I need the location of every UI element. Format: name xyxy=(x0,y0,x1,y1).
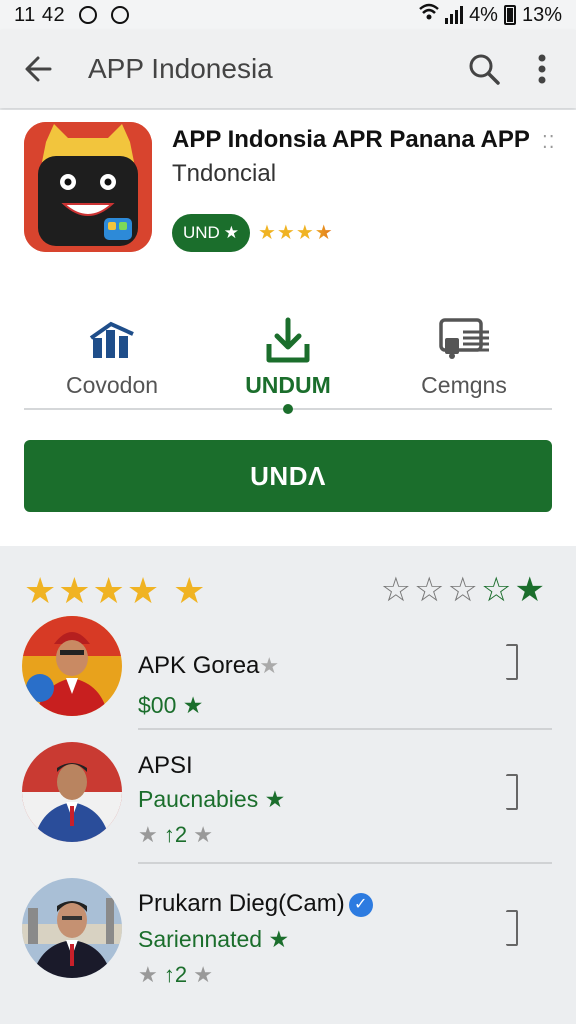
battery-percent: 13% xyxy=(521,3,562,26)
helpful-count: ↑2 xyxy=(163,822,188,847)
review-subtitle: $00 ★ xyxy=(138,692,204,718)
avatar xyxy=(22,878,122,978)
green-outline-star[interactable]: ☆ xyxy=(481,571,514,609)
grey-star-icon: ★ xyxy=(193,962,213,987)
status-time: 11 42 xyxy=(14,3,66,26)
tab-changes[interactable]: Cemgns xyxy=(376,310,552,406)
avatar xyxy=(22,742,122,842)
tab-label: Cemgns xyxy=(421,372,507,398)
badge-label: UND xyxy=(182,223,220,242)
app-bar-title: APP Indonesia xyxy=(88,53,273,84)
printer-icon xyxy=(437,316,491,365)
verified-badge-icon: ✓ xyxy=(348,892,373,917)
outline-stars[interactable]: ☆☆☆ xyxy=(381,571,481,609)
app-rating-stars: ★★★★ xyxy=(258,220,334,245)
status-bar: 11 42 4% 13% xyxy=(0,0,576,30)
green-star-icon: ★ xyxy=(268,926,290,952)
avatar xyxy=(22,616,122,716)
divider xyxy=(138,728,552,730)
tab-bar: Covodon UNDUM Cemgns xyxy=(24,310,552,406)
review-options-icon[interactable] xyxy=(506,774,518,810)
green-filled-star[interactable]: ★ xyxy=(515,571,548,609)
review-subtitle: Sariennated ★ xyxy=(138,926,290,952)
wifi-icon xyxy=(419,3,439,27)
more-vert-icon[interactable] xyxy=(522,47,562,91)
rate-this-app-stars[interactable]: ☆☆☆☆★ xyxy=(381,570,548,610)
chat-icon xyxy=(111,6,130,24)
review-options-icon[interactable] xyxy=(506,910,518,946)
reviews-section: ★★★★ ★ ☆☆☆☆★ APK Gorea★ $00 ★ APSI Paucn… xyxy=(0,548,576,1024)
list-item[interactable]: Prukarn Dieg(Cam) ✓ Sariennated ★ ★ ↑2 ★ xyxy=(0,870,576,1020)
chart-bars-icon xyxy=(89,316,135,365)
tab-download[interactable]: UNDUM xyxy=(200,310,376,406)
app-icon[interactable] xyxy=(24,122,152,252)
grey-star-icon: ★ xyxy=(193,822,213,847)
divider xyxy=(138,862,552,864)
grey-star-icon: ★ xyxy=(138,962,158,987)
review-meta: ★ ↑2 ★ xyxy=(138,822,213,848)
signal-icon xyxy=(445,6,464,24)
review-options-icon[interactable] xyxy=(506,644,518,680)
notification-icon xyxy=(79,6,98,24)
review-subtitle: Paucnabies ★ xyxy=(138,786,286,812)
rating-stars-text: ★★★★ xyxy=(258,222,334,244)
app-details-card: APP Indonsia APR Panana APP ⁚⁚ Tndoncial… xyxy=(0,110,576,546)
reviewer-name: APSI xyxy=(138,752,193,779)
grey-star-icon: ★ xyxy=(259,653,280,678)
tab-label: Covodon xyxy=(65,372,159,398)
list-item[interactable]: APSI Paucnabies ★ ★ ↑2 ★ xyxy=(0,736,576,866)
green-star-icon: ★ xyxy=(182,692,204,718)
tab-overview[interactable]: Covodon xyxy=(24,310,200,406)
tab-label: UNDUM xyxy=(245,372,331,398)
active-tab-indicator xyxy=(283,404,293,414)
download-icon xyxy=(265,316,311,369)
reviewer-name: Prukarn Dieg(Cam) ✓ xyxy=(138,890,373,918)
search-icon[interactable] xyxy=(462,47,506,91)
list-item[interactable]: APK Gorea★ $00 ★ xyxy=(0,614,576,734)
helpful-count: ↑2 xyxy=(163,962,188,987)
green-star-icon: ★ xyxy=(264,786,286,812)
signal-percent: 4% xyxy=(469,3,498,26)
content-rating-badge[interactable]: UND ★ xyxy=(172,214,250,252)
install-button[interactable]: UNDΛ xyxy=(24,440,552,512)
app-bar: APP Indonesia xyxy=(0,30,576,108)
reviewer-name: APK Gorea★ xyxy=(138,652,280,679)
back-arrow-icon[interactable] xyxy=(18,49,58,89)
grey-star-icon: ★ xyxy=(138,822,158,847)
app-developer: Tndoncial xyxy=(172,160,277,187)
average-rating-stars: ★★★★ ★ xyxy=(24,570,208,611)
badge-star-icon: ★ xyxy=(223,223,240,242)
drag-handle-icon: ⁚⁚ xyxy=(542,132,556,152)
battery-icon xyxy=(503,5,516,25)
app-name: APP Indonsia APR Panana APP xyxy=(172,126,530,153)
review-meta: ★ ↑2 ★ xyxy=(138,962,213,988)
